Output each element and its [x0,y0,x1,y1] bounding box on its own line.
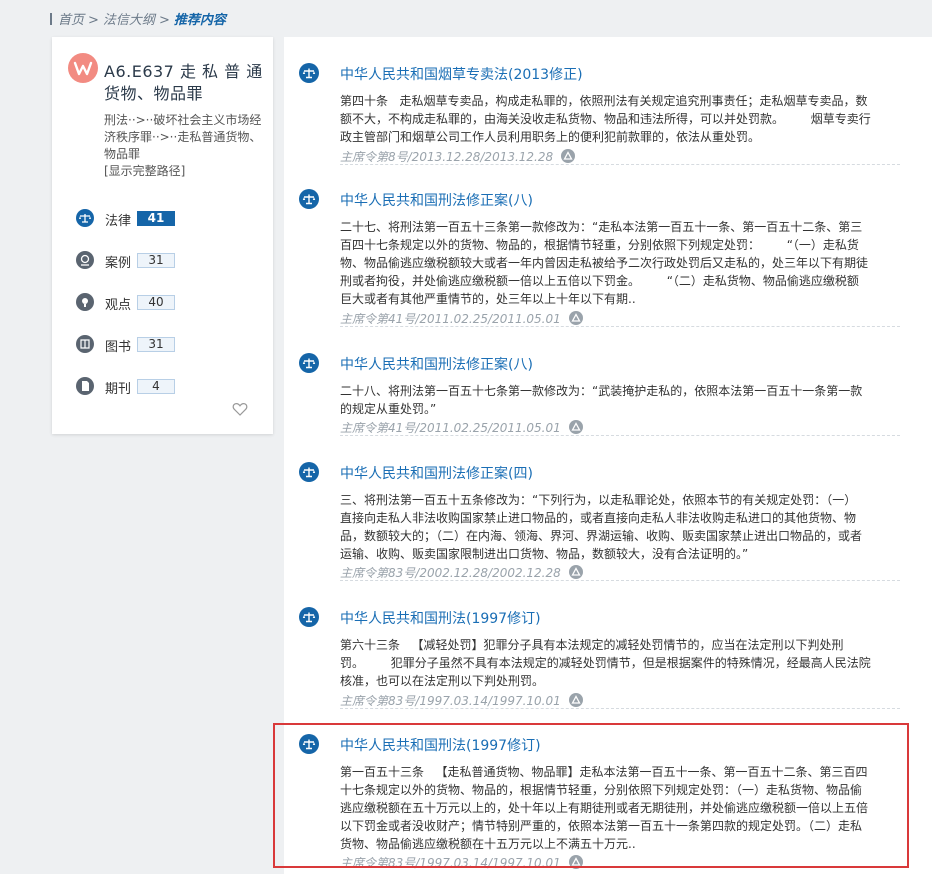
brand-logo-icon [68,53,98,83]
result-title-link[interactable]: 中华人民共和国刑法(1997修订) [340,735,541,755]
snippet-line: 货物、物品偷逃应缴税额在十五万元以上不满五十万元.. [340,837,636,851]
result-title-link[interactable]: 中华人民共和国刑法修正案(八) [340,190,533,210]
breadcrumb-bar [50,13,52,25]
result-snippet: 二十八、将刑法第一百五十七条第一款修改为：“武装掩护走私的，依照本法第一百五十一… [340,382,900,418]
snippet-line: 以下罚金或者没收财产；情节特别严重的，依照本法第一百五十一条第四款的规定处罚。（… [340,819,863,833]
result-meta: 主席令第8号/2013.12.28/2013.12.28 [340,148,576,165]
result-divider [340,580,900,581]
stat-count-badge: 31 [137,337,175,352]
stat-case[interactable]: 案例 31 [76,251,226,271]
snippet-line: 百四十七条规定以外的货物、物品的，根据情节轻重，分别依照下列规定处罚： “（一）… [340,238,859,252]
snippet-line: 第四十条 走私烟草专卖品，构成走私罪的，依照刑法有关规定追究刑事责任；走私烟草专… [340,94,868,108]
breadcrumb-separator: > [158,13,170,28]
scales-icon [76,209,94,227]
expand-triangle-icon[interactable] [568,693,583,707]
result-divider [340,164,900,165]
snippet-line: 二十七、将刑法第一百五十三条第一款修改为：“走私本法第一百五十一条、第一百五十二… [340,220,863,234]
snippet-line: 第一百五十三条 【走私普通货物、物品罪】走私本法第一百五十一条、第一百五十二条、… [340,765,868,779]
snippet-line: 巨大或者有其他严重情节的，处三年以上十年以下有期.. [340,292,636,306]
result-meta-text: 主席令第83号/2002.12.28/2002.12.28 [340,566,561,580]
breadcrumb-outline[interactable]: 法信大纲 [103,13,155,28]
snippet-line: 物、物品偷逃应缴税额较大或者一年内曾因走私被给予二次行政处罚后又走私的，处三年以… [340,256,869,270]
result-title-link[interactable]: 中华人民共和国刑法修正案(四) [340,463,533,483]
heart-icon[interactable] [232,401,248,417]
topic-path-text: 刑法··>··破坏社会主义市场经济秩序罪··>··走私普通货物、物品罪 [104,113,262,161]
stat-viewpoint[interactable]: 观点 40 [76,293,226,313]
snippet-line: 刑或者拘役，并处偷逃应缴税额一倍以上五倍以下罚金。 “（二）走私货物、物品偷逃应… [340,274,859,288]
stat-count-badge: 4 [137,379,175,394]
stat-law[interactable]: 法律 41 [76,209,226,229]
book-icon [76,335,94,353]
result-snippet: 第四十条 走私烟草专卖品，构成走私罪的，依照刑法有关规定追究刑事责任；走私烟草专… [340,92,900,146]
result-title-link[interactable]: 中华人民共和国刑法修正案(八) [340,354,533,374]
case-icon [76,251,94,269]
result-snippet: 第六十三条 【减轻处罚】犯罪分子具有本法规定的减轻处罚情节的，应当在法定刑以下判… [340,636,900,690]
result-meta-text: 主席令第83号/1997.03.14/1997.10.01 [340,856,561,870]
breadcrumb-current: 推荐内容 [173,13,226,28]
snippet-line: 直接向走私人非法收购国家禁止进口物品的，或者直接向走私人非法收购走私进口的其他货… [340,511,857,525]
result-meta-text: 主席令第41号/2011.02.25/2011.05.01 [340,421,561,435]
scales-icon [299,63,319,83]
stat-book[interactable]: 图书 31 [76,335,226,355]
result-divider [340,708,900,709]
stat-label: 案例 [105,256,132,271]
result-meta: 主席令第83号/1997.03.14/1997.10.01 [340,854,583,871]
snippet-line: 十七条规定以外的货物、物品的，根据情节轻重，分别依照下列规定处罚：（一）走私货物… [340,783,863,797]
result-title-link[interactable]: 中华人民共和国刑法(1997修订) [340,608,541,628]
stat-count-badge: 40 [137,295,175,310]
snippet-line: 逃应缴税额在五十万元以上的，处十年以上有期徒刑或者无期徒刑，并处偷逃应缴税额一倍… [340,801,869,815]
stat-count-badge: 31 [137,253,175,268]
snippet-line: 第六十三条 【减轻处罚】犯罪分子具有本法规定的减轻处罚情节的，应当在法定刑以下判… [340,638,844,652]
scales-icon [299,607,319,627]
snippet-line: 品，数额较大的；（二）在内海、领海、界河、界湖运输、收购、贩卖国家禁止进出口物品… [340,529,863,543]
breadcrumb-home[interactable]: 首页 [58,13,84,28]
topic-card: A6.E637 走 私 普 通 货物、物品罪 刑法··>··破坏社会主义市场经济… [52,37,273,434]
expand-triangle-icon[interactable] [568,565,583,579]
show-full-path-link[interactable]: [显示完整路径] [104,163,272,180]
result-meta: 主席令第41号/2011.02.25/2011.05.01 [340,419,583,436]
result-meta: 主席令第83号/2002.12.28/2002.12.28 [340,564,583,581]
result-snippet: 二十七、将刑法第一百五十三条第一款修改为：“走私本法第一百五十一条、第一百五十二… [340,218,900,308]
snippet-line: 罚。 犯罪分子虽然不具有本法规定的减轻处罚情节，但是根据案件的特殊情况，经最高人… [340,656,871,670]
snippet-line: 二十八、将刑法第一百五十七条第一款修改为：“武装掩护走私的，依照本法第一百五十一… [340,384,863,398]
scales-icon [299,189,319,209]
result-title-link[interactable]: 中华人民共和国烟草专卖法(2013修正) [340,64,583,84]
expand-triangle-icon[interactable] [568,420,583,434]
snippet-line: 的规定从重处罚。” [340,402,437,416]
result-meta-text: 主席令第41号/2011.02.25/2011.05.01 [340,312,561,326]
breadcrumb-separator: > [88,13,99,28]
stat-journal[interactable]: 期刊 4 [76,377,226,397]
result-meta: 主席令第83号/1997.03.14/1997.10.01 [340,692,583,709]
result-divider [340,326,900,327]
topic-path: 刑法··>··破坏社会主义市场经济秩序罪··>··走私普通货物、物品罪 [显示完… [104,112,272,180]
result-meta-text: 主席令第83号/1997.03.14/1997.10.01 [340,694,561,708]
result-snippet: 第一百五十三条 【走私普通货物、物品罪】走私本法第一百五十一条、第一百五十二条、… [340,763,900,853]
snippet-line: 额不大，不构成走私罪的，由海关没收走私货物、物品和违法所得，可以并处罚款。 烟草… [340,112,871,126]
journal-icon [76,377,94,395]
breadcrumb: 首页 > 法信大纲 > 推荐内容 [50,9,226,28]
snippet-line: 核准，也可以在法定刑以下判处刑罚。 [340,674,545,688]
result-meta-text: 主席令第8号/2013.12.28/2013.12.28 [340,150,554,164]
results-panel: 中华人民共和国烟草专卖法(2013修正) 第四十条 走私烟草专卖品，构成走私罪的，… [284,37,932,874]
expand-triangle-icon[interactable] [568,311,583,325]
snippet-line: 政主管部门和烟草公司工作人员利用职务上的便利犯前款罪的，依法从重处罚。 [340,130,761,144]
expand-triangle-icon[interactable] [561,149,576,163]
stat-label: 观点 [105,298,132,313]
snippet-line: 三、将刑法第一百五十五条修改为：“下列行为，以走私罪论处，依照本节的有关规定处罚… [340,493,857,507]
scales-icon [299,353,319,373]
result-snippet: 三、将刑法第一百五十五条修改为：“下列行为，以走私罪论处，依照本节的有关规定处罚… [340,491,900,563]
result-divider [340,435,900,436]
stat-label: 图书 [105,340,132,355]
viewpoint-icon [76,293,94,311]
scales-icon [299,462,319,482]
stat-label: 期刊 [105,382,132,397]
snippet-line: 运输、收购、贩卖国家限制进出口货物、物品，数额较大，没有合法证明的。” [340,547,749,561]
scales-icon [299,734,319,754]
result-meta: 主席令第41号/2011.02.25/2011.05.01 [340,310,583,327]
expand-triangle-icon[interactable] [568,855,583,869]
stat-label: 法律 [105,214,132,229]
stat-count-badge: 41 [137,211,175,226]
topic-title: A6.E637 走 私 普 通 货物、物品罪 [104,62,263,103]
